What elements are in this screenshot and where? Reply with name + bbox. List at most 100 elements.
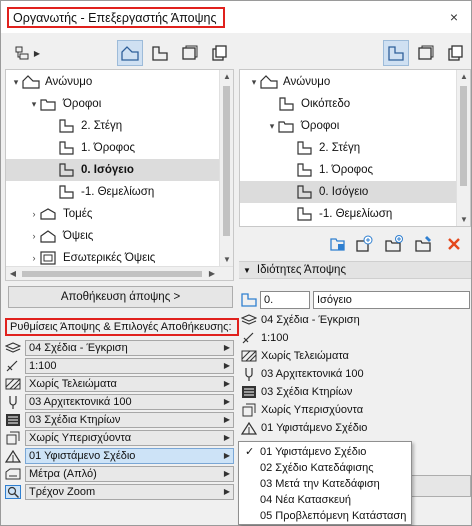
scroll-left-icon[interactable]: ◀ <box>6 269 20 278</box>
view-setting-dropdown[interactable]: Χωρίς Υπερισχύοντα ▶ <box>25 429 234 446</box>
horizontal-scrollbar[interactable]: ◀ ▶ <box>6 266 233 280</box>
delete-button[interactable] <box>443 234 465 254</box>
view-id-input[interactable]: 0. <box>260 291 310 309</box>
menu-item[interactable]: 03 Μετά την Κατεδάφιση <box>239 476 411 492</box>
publisher-tab[interactable] <box>207 40 233 66</box>
view-map-dropdown-button[interactable]: ▶ <box>5 40 49 66</box>
view-property-row[interactable]: 03 Αρχιτεκτονικά 100 <box>239 365 471 383</box>
clone-folder-button[interactable] <box>327 234 349 254</box>
chevron-right-icon[interactable]: › <box>28 253 40 263</box>
view-setting-dropdown[interactable]: 03 Αρχιτεκτονικά 100 ▶ <box>25 393 234 410</box>
view-properties-header[interactable]: ▼ Ιδιότητες Άποψης <box>239 261 471 279</box>
scroll-up-icon[interactable]: ▲ <box>220 72 233 81</box>
save-settings-button[interactable] <box>413 234 435 254</box>
view-property-row[interactable]: 03 Σχέδια Κτηρίων <box>239 383 471 401</box>
title-bar[interactable]: Οργανωτής - Επεξεργαστής Άποψης × <box>1 1 471 33</box>
tree-item[interactable]: ▾ Όροφοι <box>240 115 470 137</box>
new-folder-button[interactable] <box>383 234 405 254</box>
pen-icon <box>241 366 257 382</box>
tree-item[interactable]: › Όψεις <box>6 225 233 247</box>
chevron-right-icon[interactable]: › <box>28 209 40 219</box>
tree-item[interactable]: 2. Στέγη <box>240 137 470 159</box>
view-setting-row[interactable]: Χωρίς Υπερισχύοντα ▶ <box>5 429 234 446</box>
close-icon[interactable]: × <box>447 10 461 24</box>
chevron-down-icon[interactable]: ▾ <box>10 77 22 88</box>
scroll-down-icon[interactable]: ▼ <box>457 215 470 224</box>
view-setting-row[interactable]: 03 Αρχιτεκτονικά 100 ▶ <box>5 393 234 410</box>
tree-item[interactable]: ▾ Ανώνυμο <box>6 71 233 93</box>
tree-item[interactable]: Οικόπεδο <box>240 93 470 115</box>
dimension-icon <box>5 466 21 482</box>
chevron-right-icon[interactable]: › <box>28 231 40 241</box>
renovation-filter-menu[interactable]: ✓ 01 Υφιστάμενο Σχέδιο 02 Σχέδιο Κατεδάφισ… <box>238 441 412 525</box>
menu-item[interactable]: 04 Νέα Κατασκευή <box>239 492 411 508</box>
view-setting-row[interactable]: 01 Υφιστάμενο Σχέδιο ▶ <box>5 447 234 464</box>
menu-item[interactable]: 05 Προβλεπόμενη Κατάσταση <box>239 508 411 524</box>
h-scroll-thumb[interactable] <box>22 271 202 277</box>
view-setting-value: Τρέχον Zoom <box>29 485 96 498</box>
view-property-row[interactable]: Χωρίς Υπερισχύοντα <box>239 401 471 419</box>
delete-icon <box>448 238 460 250</box>
view-setting-dropdown[interactable]: Μέτρα (Απλό) ▶ <box>25 465 234 482</box>
vertical-scrollbar-right[interactable]: ▲ ▼ <box>456 70 470 226</box>
tree-item-label: Ανώνυμο <box>45 76 93 88</box>
view-setting-value: 03 Σχέδια Κτηρίων <box>29 413 121 426</box>
tree-item[interactable]: 0. Ισόγειο <box>6 159 233 181</box>
project-map-tab[interactable] <box>117 40 143 66</box>
scroll-thumb[interactable] <box>460 86 467 186</box>
layout-book-tab[interactable] <box>177 40 203 66</box>
view-setting-row[interactable]: 1:100 ▶ <box>5 357 234 374</box>
tree-item[interactable]: ▾ Ανώνυμο <box>240 71 470 93</box>
menu-item[interactable]: 02 Σχέδιο Κατεδάφισης <box>239 460 411 476</box>
tree-item[interactable]: 0. Ισόγειο <box>240 181 470 203</box>
view-name-input[interactable]: Ισόγειο <box>313 291 470 309</box>
view-map-tree[interactable]: ▾ Ανώνυμο Οικόπεδο ▾ Όροφοι 2. Στέγη 1. Όροφος… <box>239 69 471 227</box>
view-property-row[interactable]: 04 Σχέδια - Έγκριση <box>239 311 471 329</box>
tree-item[interactable]: 1. Όροφος <box>240 159 470 181</box>
layout-book-icon <box>182 45 198 60</box>
tree-item[interactable]: 1. Όροφος <box>6 137 233 159</box>
new-view-button[interactable] <box>353 234 375 254</box>
view-property-row[interactable]: Χωρίς Τελειώματα <box>239 347 471 365</box>
view-setting-value: 01 Υφιστάμενο Σχέδιο <box>29 449 136 462</box>
view-setting-dropdown[interactable]: 04 Σχέδια - Έγκριση ▶ <box>25 339 234 356</box>
view-setting-row[interactable]: 04 Σχέδια - Έγκριση ▶ <box>5 339 234 356</box>
view-map-tab[interactable] <box>147 40 173 66</box>
view-setting-row[interactable]: Χωρίς Τελειώματα ▶ <box>5 375 234 392</box>
vertical-scrollbar[interactable]: ▲ ▼ <box>219 70 233 266</box>
view-map-tab-right[interactable] <box>383 40 409 66</box>
scroll-thumb[interactable] <box>223 86 230 236</box>
save-view-button[interactable]: Αποθήκευση άποψης > <box>8 286 233 308</box>
project-tree[interactable]: ▾ Ανώνυμο ▾ Όροφοι 2. Στέγη 1. Όροφος 0. Ισόγε… <box>5 69 234 281</box>
tree-item[interactable]: › Τομές <box>6 203 233 225</box>
chevron-down-icon[interactable]: ▾ <box>28 99 40 110</box>
view-settings-label: Ρυθμίσεις Άποψης & Επιλογές Αποθήκευσης: <box>5 318 239 336</box>
tree-item[interactable]: 2. Στέγη <box>6 115 233 137</box>
house-icon <box>121 46 139 61</box>
chevron-down-icon[interactable]: ▾ <box>248 77 260 88</box>
tree-item-label: Οικόπεδο <box>301 98 351 110</box>
view-setting-row[interactable]: Μέτρα (Απλό) ▶ <box>5 465 234 482</box>
tree-item[interactable]: -1. Θεμελίωση <box>240 203 470 225</box>
view-setting-dropdown[interactable]: 01 Υφιστάμενο Σχέδιο ▶ <box>25 447 234 464</box>
view-setting-value: Μέτρα (Απλό) <box>29 467 97 480</box>
view-setting-row[interactable]: 03 Σχέδια Κτηρίων ▶ <box>5 411 234 428</box>
menu-item[interactable]: ✓ 01 Υφιστάμενο Σχέδιο <box>239 444 411 460</box>
view-setting-value: 1:100 <box>29 359 57 372</box>
chevron-down-icon[interactable]: ▾ <box>266 121 278 132</box>
tree-item[interactable]: ▾ Όροφοι <box>6 93 233 115</box>
view-property-row[interactable]: 1:100 <box>239 329 471 347</box>
layout-book-tab-right[interactable] <box>413 40 439 66</box>
scroll-up-icon[interactable]: ▲ <box>457 72 470 81</box>
view-setting-row[interactable]: Τρέχον Zoom ▶ <box>5 483 234 500</box>
view-setting-dropdown[interactable]: 03 Σχέδια Κτηρίων ▶ <box>25 411 234 428</box>
view-setting-dropdown[interactable]: Τρέχον Zoom ▶ <box>25 483 234 500</box>
view-setting-dropdown[interactable]: 1:100 ▶ <box>25 357 234 374</box>
scroll-right-icon[interactable]: ▶ <box>205 269 219 278</box>
view-setting-dropdown[interactable]: Χωρίς Τελειώματα ▶ <box>25 375 234 392</box>
view-property-row[interactable]: 01 Υφιστάμενο Σχέδιο <box>239 419 471 437</box>
scroll-down-icon[interactable]: ▼ <box>220 255 233 264</box>
building-icon <box>260 74 278 90</box>
tree-item[interactable]: -1. Θεμελίωση <box>6 181 233 203</box>
publisher-tab-right[interactable] <box>443 40 469 66</box>
